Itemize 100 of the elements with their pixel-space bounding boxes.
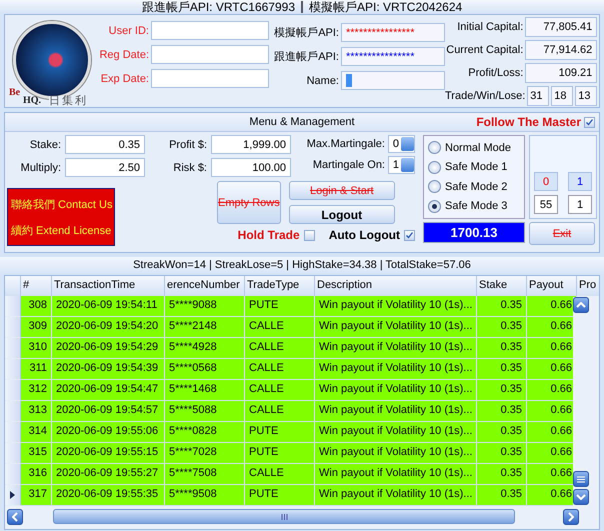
- chevron-down-icon: [576, 494, 586, 500]
- table-cell: 0.35: [477, 485, 527, 506]
- auto-logout-checkbox[interactable]: [404, 230, 415, 240]
- count-field: 18: [551, 86, 574, 106]
- field-label: Current Capital:: [446, 44, 524, 56]
- table-cell: Win payout if Volatility 10 (1s)...: [315, 443, 477, 464]
- account-field[interactable]: [151, 21, 269, 40]
- table-cell: 310: [21, 338, 52, 359]
- table-cell: 0.66: [527, 296, 577, 317]
- multiply-field[interactable]: 2.50: [65, 158, 145, 177]
- contact-banner[interactable]: 聯絡我們 Contact Us 續約 Extend License: [7, 188, 115, 246]
- stats-bar: StreakWon=14 | StreakLose=5 | HighStake=34.38 | TotalStake=57.06: [0, 257, 604, 273]
- grip-icon: [280, 514, 288, 520]
- table-cell: 2020-06-09 19:54:11: [52, 296, 165, 317]
- dropdown[interactable]: 0: [388, 135, 415, 153]
- table-cell: 312: [21, 380, 52, 401]
- table-cell: Win payout if Volatility 10 (1s)...: [315, 464, 477, 485]
- counter-field[interactable]: 1: [568, 195, 592, 214]
- checkbox-label: Follow The Master: [476, 115, 581, 129]
- field-label: Martingale On:: [312, 159, 385, 171]
- table-cell: 5****4928: [165, 338, 245, 359]
- logo-text: Be: [9, 87, 20, 98]
- table-cell: 0.35: [477, 380, 527, 401]
- current-row-icon: [10, 491, 15, 499]
- follow-checkbox[interactable]: [584, 116, 595, 128]
- table-cell: CALLE: [245, 401, 315, 422]
- api-field[interactable]: [341, 71, 445, 90]
- mode-radio[interactable]: Safe Mode 1: [428, 160, 520, 174]
- scroll-thumb[interactable]: [573, 471, 589, 487]
- demo-api-account: 模擬帳戶API: VRTC2042624: [309, 0, 462, 16]
- table-cell: 5****0828: [165, 422, 245, 443]
- logo-text: 日集利: [49, 96, 88, 107]
- scroll-thumb[interactable]: [53, 509, 515, 524]
- table-cell: PUTE: [245, 443, 315, 464]
- table-cell: 311: [21, 359, 52, 380]
- counter-field[interactable]: 55: [534, 195, 558, 214]
- table-cell: 317: [21, 485, 52, 506]
- table-cell: 0.35: [477, 338, 527, 359]
- column-header[interactable]: Payout: [527, 276, 577, 296]
- field-label: Exp Date:: [100, 72, 149, 84]
- table-cell: Win payout if Volatility 10 (1s)...: [315, 485, 477, 506]
- column-header[interactable]: Pro: [577, 276, 599, 296]
- mode-radio[interactable]: Safe Mode 2: [428, 180, 520, 194]
- table-cell: 2020-06-09 19:55:15: [52, 443, 165, 464]
- column-header[interactable]: Description: [315, 276, 477, 296]
- scroll-right-button[interactable]: [563, 508, 579, 524]
- masked-text: ****************: [346, 50, 414, 62]
- table-cell: 2020-06-09 19:54:29: [52, 338, 165, 359]
- logout-button[interactable]: Logout: [288, 205, 395, 224]
- column-header[interactable]: Stake: [477, 276, 527, 296]
- table-cell: 0.35: [477, 422, 527, 443]
- column-header[interactable]: erenceNumber: [165, 276, 245, 296]
- contact-text: 續約 Extend License: [11, 224, 111, 238]
- row-header[interactable]: [5, 485, 21, 506]
- column-header[interactable]: TradeType: [245, 276, 315, 296]
- count-field: 13: [575, 86, 598, 106]
- api-field[interactable]: ****************: [341, 47, 445, 66]
- profit-field[interactable]: 1,999.00: [211, 135, 291, 154]
- field-label: Risk $:: [172, 162, 207, 174]
- table-cell: PUTE: [245, 422, 315, 443]
- field-label: 模擬帳戶API:: [273, 26, 339, 40]
- scroll-down-button[interactable]: [573, 489, 589, 505]
- table-cell: 5****7508: [165, 464, 245, 485]
- scroll-left-button[interactable]: [7, 508, 23, 524]
- table-cell: Win payout if Volatility 10 (1s)...: [315, 422, 477, 443]
- table-cell: 2020-06-09 19:54:47: [52, 380, 165, 401]
- table-cell: 5****9508: [165, 485, 245, 506]
- value-field: 109.21: [525, 63, 598, 83]
- stake-field[interactable]: 0.35: [65, 135, 145, 154]
- value-field: 77,914.62: [525, 40, 598, 60]
- table-cell: CALLE: [245, 359, 315, 380]
- field-label: 跟進帳戶API:: [273, 50, 339, 64]
- field-label: Profit/Loss:: [468, 67, 524, 79]
- field-label: Profit $:: [168, 138, 207, 150]
- field-label: Max.Martingale:: [306, 138, 385, 150]
- table-cell: Win payout if Volatility 10 (1s)...: [315, 338, 477, 359]
- api-field[interactable]: ****************: [341, 23, 445, 42]
- field-label: Multiply:: [20, 162, 61, 174]
- field-label: Trade/Win/Lose:: [445, 90, 526, 102]
- counter-indicator: 0: [534, 172, 558, 191]
- table-cell: 313: [21, 401, 52, 422]
- hold-trade-checkbox[interactable]: [304, 230, 315, 240]
- dropdown[interactable]: 1: [388, 156, 415, 174]
- value-field: 77,805.41: [525, 17, 598, 37]
- table-cell: 315: [21, 443, 52, 464]
- column-header[interactable]: TransactionTime: [52, 276, 165, 296]
- scroll-up-button[interactable]: [573, 297, 589, 313]
- logo-text: HQ.: [23, 95, 42, 106]
- mode-radio[interactable]: Safe Mode 3: [428, 200, 520, 213]
- chevron-right-icon: [568, 512, 574, 522]
- table-cell: 0.35: [477, 296, 527, 317]
- checkbox-label: Hold Trade: [238, 228, 300, 242]
- mode-radio[interactable]: Normal Mode: [428, 141, 520, 154]
- count-field: 31: [527, 86, 550, 106]
- account-field[interactable]: [151, 69, 269, 88]
- corner-header[interactable]: [5, 276, 21, 296]
- column-header[interactable]: #: [21, 276, 52, 296]
- account-field[interactable]: [151, 45, 269, 64]
- field-label: Stake:: [28, 138, 61, 150]
- risk-field[interactable]: 100.00: [211, 158, 291, 177]
